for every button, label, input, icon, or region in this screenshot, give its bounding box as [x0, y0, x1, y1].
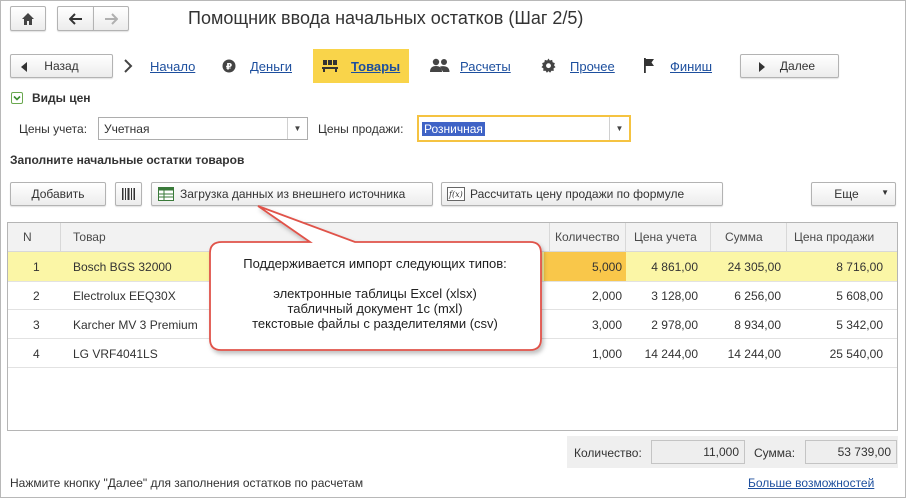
more-features-link[interactable]: Больше возможностей: [748, 476, 874, 490]
callout-line-2: электронные таблицы Excel (xlsx): [273, 286, 477, 301]
total-sum-value: 53 739,00: [837, 445, 891, 459]
total-sum-field: 53 739,00: [805, 440, 897, 464]
total-qty-value: 11,000: [703, 445, 739, 459]
total-qty-label: Количество:: [574, 446, 642, 460]
total-sum-label: Сумма:: [754, 446, 796, 460]
callout-line-4: текстовые файлы с разделителями (csv): [252, 316, 498, 331]
callout-line-3: табличный документ 1с (mxl): [287, 301, 463, 316]
total-qty-field: 11,000: [651, 440, 745, 464]
footer-hint: Нажмите кнопку "Далее" для заполнения ос…: [10, 476, 364, 490]
callout-text: Поддерживается импорт следующих типов: э…: [210, 242, 540, 350]
callout-line-1: Поддерживается импорт следующих типов:: [243, 256, 507, 271]
